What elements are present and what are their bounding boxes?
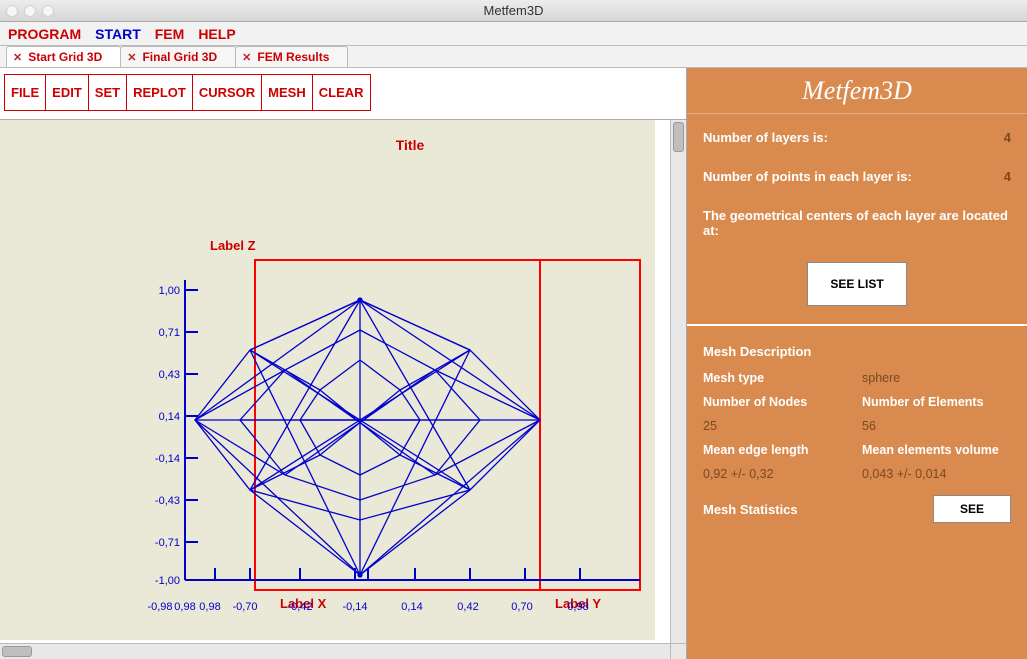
- scrollbar-thumb[interactable]: [673, 122, 684, 152]
- z-tick-label: 0,14: [159, 411, 180, 423]
- mesh-desc-header: Mesh Description: [703, 344, 1011, 359]
- x-tick-label: -0,70: [232, 601, 257, 613]
- tab-start-grid-3d[interactable]: ✕ Start Grid 3D: [6, 46, 121, 67]
- file-button[interactable]: FILE: [4, 74, 46, 111]
- horizontal-scrollbar[interactable]: [0, 643, 670, 659]
- brand-header: Metfem3D: [687, 68, 1027, 114]
- x-tick-label: -0,14: [342, 601, 367, 613]
- tab-label: Start Grid 3D: [28, 50, 102, 64]
- x-tick-label: -0,98: [147, 601, 172, 613]
- right-sidebar: Metfem3D Number of layers is: 4 Number o…: [687, 68, 1027, 659]
- plot-svg: Title Label Z Label X Label Y 1,00 0,71 …: [0, 120, 655, 640]
- close-tab-icon[interactable]: ✕: [242, 51, 251, 64]
- edge-value: 0,92 +/- 0,32: [703, 467, 852, 481]
- replot-button[interactable]: REPLOT: [126, 74, 193, 111]
- mesh-button[interactable]: MESH: [261, 74, 313, 111]
- vol-label: Mean elements volume: [862, 443, 1011, 457]
- close-tab-icon[interactable]: ✕: [127, 51, 136, 64]
- z-tick-label: 0,71: [159, 327, 180, 339]
- panel-geometry: Number of layers is: 4 Number of points …: [687, 114, 1027, 326]
- points-value: 4: [1004, 169, 1011, 184]
- x-tick-label: 0,42: [457, 601, 478, 613]
- z-tick-label: 1,00: [159, 285, 180, 297]
- plot-title: Title: [396, 137, 425, 153]
- see-stats-button[interactable]: SEE: [933, 495, 1011, 523]
- vol-value: 0,043 +/- 0,014: [862, 467, 1011, 481]
- layers-value: 4: [1004, 130, 1011, 145]
- tabs-bar: ✕ Start Grid 3D ✕ Final Grid 3D ✕ FEM Re…: [0, 46, 1027, 68]
- x-tick-label: 0,14: [401, 601, 422, 613]
- clear-button[interactable]: CLEAR: [312, 74, 371, 111]
- mesh-stats-label: Mesh Statistics: [703, 502, 798, 517]
- z-tick-label: -0,43: [155, 495, 180, 507]
- tab-label: Final Grid 3D: [142, 50, 217, 64]
- points-label: Number of points in each layer is:: [703, 169, 912, 184]
- tab-final-grid-3d[interactable]: ✕ Final Grid 3D: [120, 46, 236, 67]
- cursor-button[interactable]: CURSOR: [192, 74, 262, 111]
- tab-fem-results[interactable]: ✕ FEM Results: [235, 46, 348, 67]
- nodes-label: Number of Nodes: [703, 395, 852, 409]
- plot-viewport: Title Label Z Label X Label Y 1,00 0,71 …: [0, 120, 686, 659]
- x-tick-label: -0,42: [287, 601, 312, 613]
- set-button[interactable]: SET: [88, 74, 127, 111]
- plot-toolbar: FILE EDIT SET REPLOT CURSOR MESH CLEAR: [0, 68, 686, 120]
- menu-program[interactable]: PROGRAM: [8, 26, 81, 42]
- close-tab-icon[interactable]: ✕: [13, 51, 22, 64]
- x-tick-label: 0,98: [567, 601, 588, 613]
- x-tick-label: 0,70: [511, 601, 532, 613]
- plot-area[interactable]: Title Label Z Label X Label Y 1,00 0,71 …: [0, 120, 670, 643]
- z-tick-label: -0,14: [155, 453, 180, 465]
- z-tick-label: -1,00: [155, 575, 180, 587]
- x-tick-label: 0,98: [174, 601, 195, 613]
- window-title: Metfem3D: [0, 3, 1027, 18]
- scrollbar-thumb[interactable]: [2, 646, 32, 657]
- see-list-button[interactable]: SEE LIST: [807, 262, 906, 306]
- left-pane: FILE EDIT SET REPLOT CURSOR MESH CLEAR T…: [0, 68, 687, 659]
- menu-start[interactable]: START: [95, 26, 141, 42]
- z-tick-label: 0,43: [159, 369, 180, 381]
- mesh-type-label: Mesh type: [703, 371, 852, 385]
- plot-label-z: Label Z: [210, 238, 256, 253]
- z-tick-label: -0,71: [155, 537, 180, 549]
- elements-value: 56: [862, 419, 1011, 433]
- window-titlebar: Metfem3D: [0, 0, 1027, 22]
- scroll-corner: [670, 643, 686, 659]
- x-tick-label: 0,98: [199, 601, 220, 613]
- menu-fem[interactable]: FEM: [155, 26, 185, 42]
- mesh-type-value: sphere: [862, 371, 1011, 385]
- panel-mesh-description: Mesh Description Mesh type sphere Number…: [687, 326, 1027, 533]
- edit-button[interactable]: EDIT: [45, 74, 89, 111]
- edge-label: Mean edge length: [703, 443, 852, 457]
- vertical-scrollbar[interactable]: [670, 120, 686, 643]
- elements-label: Number of Elements: [862, 395, 1011, 409]
- menubar: PROGRAM START FEM HELP: [0, 22, 1027, 46]
- tab-label: FEM Results: [257, 50, 329, 64]
- menu-help[interactable]: HELP: [198, 26, 235, 42]
- nodes-value: 25: [703, 419, 852, 433]
- centers-label: The geometrical centers of each layer ar…: [703, 208, 1011, 238]
- layers-label: Number of layers is:: [703, 130, 828, 145]
